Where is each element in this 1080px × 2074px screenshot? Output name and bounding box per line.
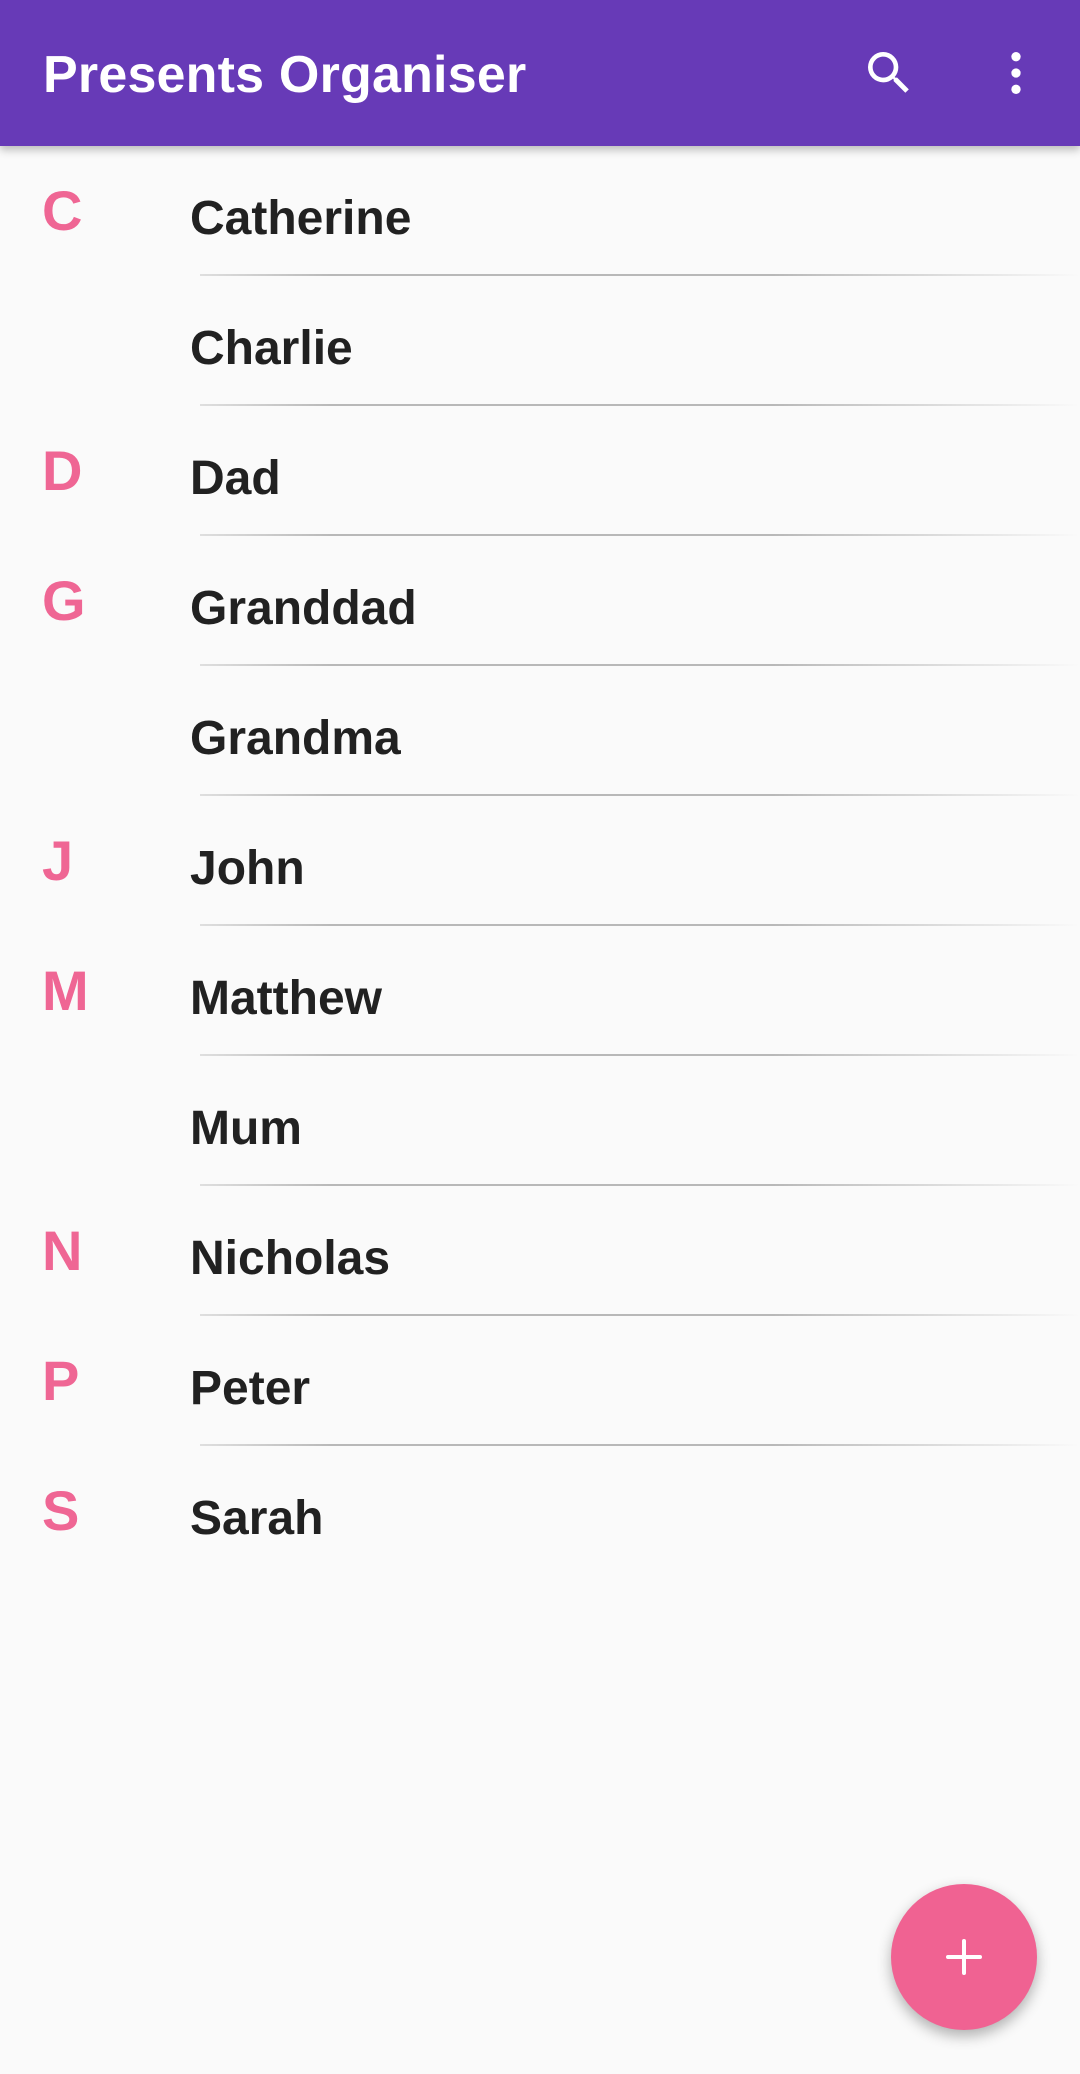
person-name: Nicholas: [190, 1232, 391, 1285]
add-person-button[interactable]: [891, 1884, 1037, 2030]
more-vert-icon: [1011, 52, 1021, 94]
list-item[interactable]: G Granddad: [0, 536, 1080, 666]
app-title: Presents Organiser: [43, 46, 527, 104]
section-letter: [42, 276, 142, 406]
list-item[interactable]: M Matthew: [0, 926, 1080, 1056]
search-icon: [868, 52, 909, 93]
overflow-menu-button[interactable]: [966, 23, 1066, 123]
list-item[interactable]: J John: [0, 796, 1080, 926]
section-letter: M: [42, 959, 89, 1022]
person-name: Peter: [190, 1362, 311, 1415]
list-item[interactable]: D Dad: [0, 406, 1080, 536]
list-item[interactable]: C Catherine: [0, 146, 1080, 276]
list-item[interactable]: S Sarah: [0, 1446, 1080, 1576]
person-name: Catherine: [190, 192, 412, 245]
list-item[interactable]: N Nicholas: [0, 1186, 1080, 1316]
section-letter: P: [42, 1349, 80, 1412]
section-letter: C: [42, 179, 83, 242]
person-name: Matthew: [190, 972, 382, 1025]
person-name: Dad: [190, 452, 281, 505]
section-letter: J: [42, 829, 74, 892]
list-item[interactable]: P Peter: [0, 1316, 1080, 1446]
section-letter: S: [42, 1479, 80, 1542]
people-list: C Catherine Charlie D Dad G Granddad Gra…: [0, 146, 1080, 1576]
person-name: Granddad: [190, 582, 417, 635]
section-letter: N: [42, 1219, 83, 1282]
person-name: John: [190, 842, 305, 895]
person-name: Grandma: [190, 712, 401, 765]
list-item[interactable]: Charlie: [0, 276, 1080, 406]
search-button[interactable]: [839, 23, 939, 123]
person-name: Sarah: [190, 1492, 324, 1545]
person-name: Mum: [190, 1102, 302, 1155]
app-bar: Presents Organiser: [0, 0, 1080, 146]
section-letter: G: [42, 569, 86, 632]
section-letter: [42, 1056, 142, 1186]
section-letter: [42, 666, 142, 796]
add-icon: [946, 1939, 982, 1975]
list-item[interactable]: Mum: [0, 1056, 1080, 1186]
section-letter: D: [42, 439, 83, 502]
person-name: Charlie: [190, 322, 353, 375]
list-item[interactable]: Grandma: [0, 666, 1080, 796]
